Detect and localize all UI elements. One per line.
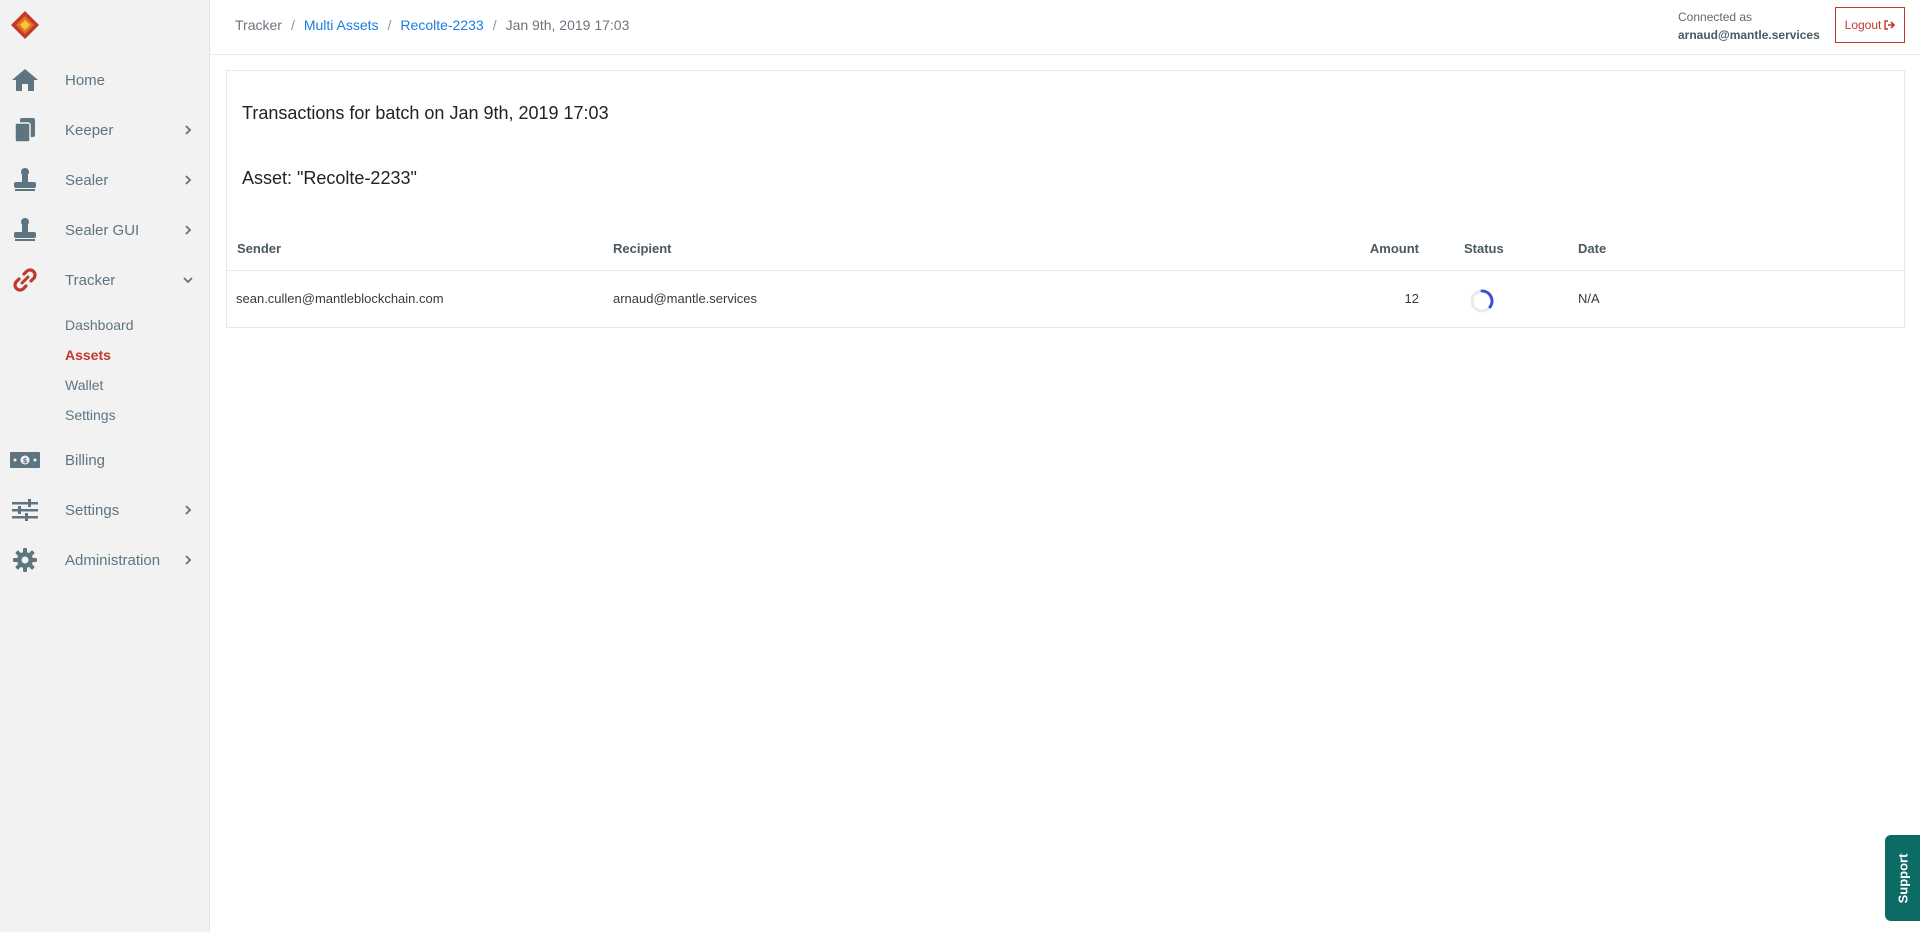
logo-icon[interactable] — [10, 10, 40, 40]
breadcrumb: Tracker / Multi Assets / Recolte-2233 / … — [235, 17, 629, 33]
link-icon — [10, 265, 40, 295]
chevron-right-icon — [182, 554, 194, 566]
gear-icon — [10, 545, 40, 575]
breadcrumb-asset[interactable]: Recolte-2233 — [400, 17, 483, 33]
sidebar-item-keeper[interactable]: Keeper — [0, 105, 210, 155]
sidebar-item-home[interactable]: Home — [0, 55, 210, 105]
cell-sender: sean.cullen@mantleblockchain.com — [236, 291, 444, 306]
transactions-card: Transactions for batch on Jan 9th, 2019 … — [226, 70, 1905, 328]
support-button[interactable]: Support — [1885, 835, 1920, 921]
chevron-right-icon — [182, 224, 194, 236]
sidebar: Home Keeper Sealer Sealer GUI Tracker Da… — [0, 0, 210, 932]
sidebar-item-sealer[interactable]: Sealer — [0, 155, 210, 205]
breadcrumb-batch: Jan 9th, 2019 17:03 — [505, 17, 630, 33]
column-header-recipient: Recipient — [613, 241, 672, 256]
sidebar-item-tracker[interactable]: Tracker — [0, 255, 210, 305]
top-header: Tracker / Multi Assets / Recolte-2233 / … — [210, 0, 1920, 55]
sidebar-item-label: Keeper — [65, 121, 114, 139]
column-header-status: Status — [1464, 241, 1504, 256]
status-spinner-icon — [1470, 289, 1494, 313]
sidebar-item-label: Settings — [65, 501, 120, 519]
column-header-sender: Sender — [237, 241, 282, 256]
sidebar-item-label: Sealer — [65, 171, 109, 189]
cell-amount: 12 — [1404, 291, 1419, 306]
asset-subtitle: Asset: "Recolte-2233" — [242, 168, 417, 188]
sidebar-subitem-wallet[interactable]: Wallet — [65, 377, 103, 393]
page-title: Transactions for batch on Jan 9th, 2019 … — [242, 103, 609, 123]
column-header-amount: Amount — [1369, 241, 1419, 256]
sidebar-item-label: Sealer GUI — [65, 221, 140, 239]
sidebar-item-settings[interactable]: Settings — [0, 485, 210, 535]
logout-button[interactable]: Logout — [1835, 7, 1905, 43]
breadcrumb-separator: / — [387, 17, 392, 33]
sidebar-item-label: Tracker — [65, 271, 116, 289]
breadcrumb-multi-assets[interactable]: Multi Assets — [304, 17, 379, 33]
sidebar-item-administration[interactable]: Administration — [0, 535, 210, 585]
sidebar-subitem-dashboard[interactable]: Dashboard — [65, 317, 134, 333]
chevron-right-icon — [182, 174, 194, 186]
sidebar-subitem-settings[interactable]: Settings — [65, 407, 116, 423]
chevron-right-icon — [182, 124, 194, 136]
breadcrumb-separator: / — [492, 17, 497, 33]
cell-recipient: arnaud@mantle.services — [613, 291, 757, 306]
home-icon — [10, 65, 40, 95]
table-header: Sender Recipient Amount Status Date — [227, 231, 1904, 271]
sidebar-item-billing[interactable]: $ Billing — [0, 435, 210, 485]
connected-user-info: Connected as arnaud@mantle.services — [1678, 8, 1820, 44]
sidebar-item-label: Home — [65, 71, 106, 89]
table-row[interactable]: sean.cullen@mantleblockchain.com arnaud@… — [227, 271, 1904, 328]
sliders-icon — [10, 495, 40, 525]
sidebar-subitem-assets[interactable]: Assets — [65, 347, 111, 363]
chevron-right-icon — [182, 504, 194, 516]
breadcrumb-tracker: Tracker — [235, 17, 282, 33]
sidebar-item-label: Billing — [65, 451, 106, 469]
breadcrumb-separator: / — [290, 17, 295, 33]
stamp-icon — [10, 165, 40, 195]
sidebar-item-label: Administration — [65, 551, 161, 569]
sidebar-item-sealer-gui[interactable]: Sealer GUI — [0, 205, 210, 255]
money-icon: $ — [10, 445, 40, 475]
svg-text:$: $ — [23, 457, 28, 465]
support-label: Support — [1895, 853, 1911, 903]
connected-label: Connected as — [1678, 10, 1753, 24]
connected-user-email: arnaud@mantle.services — [1678, 28, 1820, 42]
documents-icon — [10, 115, 40, 145]
sign-out-icon — [1884, 20, 1896, 30]
logout-label: Logout — [1844, 18, 1882, 32]
column-header-date: Date — [1578, 241, 1607, 256]
cell-date: N/A — [1578, 291, 1600, 306]
stamp-icon — [10, 215, 40, 245]
chevron-down-icon — [182, 274, 194, 286]
